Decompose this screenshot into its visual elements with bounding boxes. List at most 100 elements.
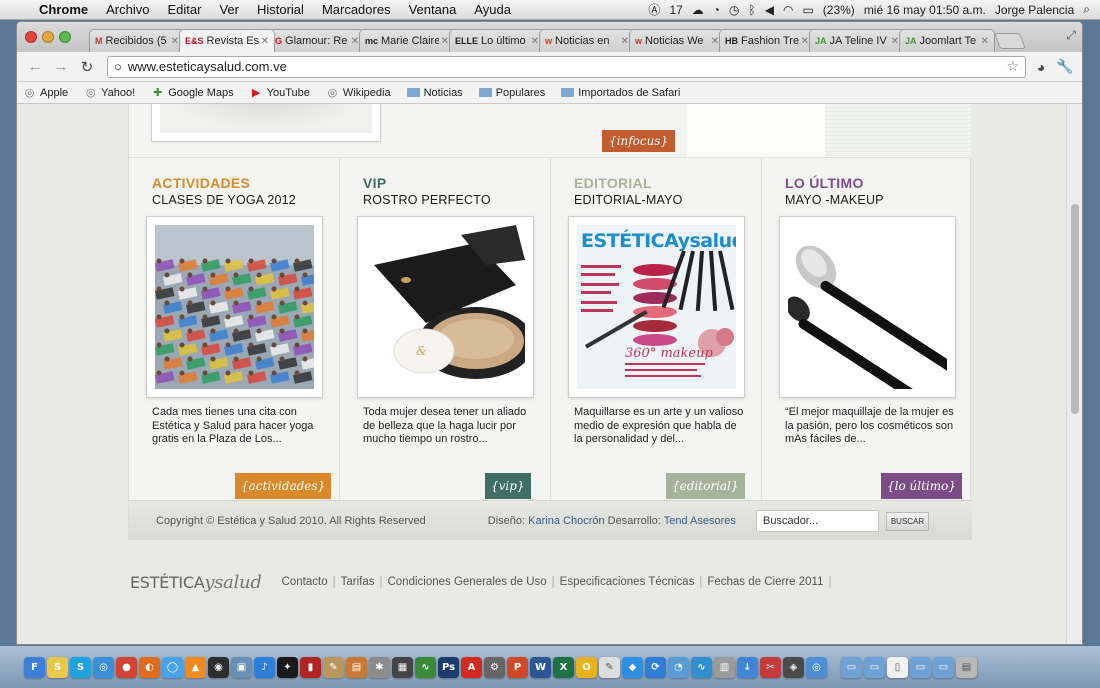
dock-tool3-icon[interactable]: ✂ [760,656,781,678]
menu-item-ver[interactable]: Ver [210,2,248,17]
dock-folder1-icon[interactable]: ▭ [841,656,862,678]
yoga-class-photo[interactable] [155,225,314,389]
dock-vlc-icon[interactable]: ▲ [185,656,206,678]
dock-network-icon[interactable]: ◎ [806,656,827,678]
menu-item-historial[interactable]: Historial [248,2,313,17]
dock-powerpoint-icon[interactable]: P [507,656,528,678]
user-name[interactable]: Jorge Palencia [995,3,1074,17]
browser-tab[interactable]: M Recibidos (5 ✕ [89,29,185,52]
dock-word-icon[interactable]: W [530,656,551,678]
tab-close-icon[interactable]: ✕ [981,36,989,47]
dock-dashboard-icon[interactable]: ◉ [208,656,229,678]
infocus-tag[interactable]: {infocus} [602,130,676,152]
dock-document-icon[interactable]: ▯ [887,656,908,678]
forward-button[interactable]: → [51,58,71,75]
wrench-menu-icon[interactable]: 🔧 [1056,58,1074,75]
reload-button[interactable]: ↻ [77,58,97,76]
close-window-button[interactable] [25,31,37,43]
menu-app-name[interactable]: Chrome [30,2,97,17]
article-title[interactable]: EDITORIAL-MAYO [574,193,683,207]
article-image-frame[interactable]: & [357,216,534,398]
time-machine-icon[interactable]: ◷ [729,3,739,17]
infocus-image[interactable] [687,104,971,157]
dock-preview-icon[interactable]: ▤ [346,656,367,678]
article-title[interactable]: CLASES DE YOGA 2012 [152,193,296,207]
bookmark-item[interactable]: Importados de Safari [561,87,680,99]
menu-item-ventana[interactable]: Ventana [400,2,466,17]
tab-close-icon[interactable]: ✕ [261,36,269,47]
dock-trash-like-icon[interactable]: ▥ [714,656,735,678]
article-image-frame[interactable] [146,216,323,398]
dock-folder2-icon[interactable]: ▭ [864,656,885,678]
dock-skype-icon[interactable]: S [70,656,91,678]
menu-item-marcadores[interactable]: Marcadores [313,2,400,17]
article-title[interactable]: MAYO -MAKEUP [785,193,884,207]
section-category[interactable]: EDITORIAL [574,175,652,191]
bookmark-item[interactable]: ▶ YouTube [250,86,310,100]
dock-outlook-icon[interactable]: O [576,656,597,678]
bluetooth-icon[interactable]: ᛒ [749,3,756,17]
wifi-icon[interactable]: ◠ [783,3,793,17]
bookmark-item[interactable]: ◎ Yahoo! [84,86,135,100]
dock-textedit-icon[interactable]: ✎ [599,656,620,678]
dock-safari-icon[interactable]: ◎ [93,656,114,678]
footer-logo[interactable]: ESTÉTICAysalud [130,572,262,593]
dock-dropbox-icon[interactable]: ◆ [622,656,643,678]
footer-link[interactable]: Condiciones Generales de Uso [387,576,546,588]
browser-tab[interactable]: w Noticias en ✕ [539,29,635,52]
tab-close-icon[interactable]: ✕ [621,36,629,47]
page-info-icon[interactable]: ○ [114,59,122,74]
browser-tab[interactable]: JA Joomlart Te ✕ [899,29,995,52]
browser-tab[interactable]: E&SRevista Esté✕ [179,29,275,52]
clock[interactable]: mié 16 may 01:50 a.m. [864,3,986,17]
dock-itunes-icon[interactable]: ♪ [254,656,275,678]
browser-tab[interactable]: G Glamour: Re ✕ [269,29,365,52]
tab-close-icon[interactable]: ✕ [351,36,359,47]
article-image-frame[interactable] [779,216,956,398]
dock-firefox-icon[interactable]: ◐ [139,656,160,678]
menu-item-editar[interactable]: Editar [158,2,210,17]
extension-icon[interactable]: ◕ [1032,59,1050,75]
bookmark-item[interactable]: Noticias [406,87,463,99]
minimize-window-button[interactable] [42,31,54,43]
tab-close-icon[interactable]: ✕ [891,36,899,47]
volume-icon[interactable]: ◀ [765,3,774,17]
battery-icon[interactable]: ▭ [802,3,813,17]
zoom-window-button[interactable] [59,31,71,43]
browser-tab[interactable]: ELLELo último e✕ [449,29,545,52]
tab-close-icon[interactable]: ✕ [171,36,179,47]
browser-tab[interactable]: HB Fashion Tre ✕ [719,29,815,52]
section-category[interactable]: VIP [363,175,386,191]
footer-link[interactable]: Tarifas [341,576,375,588]
designer-link[interactable]: Karina Chocrón [528,515,604,527]
spotlight-search-icon[interactable]: ⌕ [1083,2,1090,17]
dock-activity-icon[interactable]: ∿ [415,656,436,678]
dock-iphoto-icon[interactable]: ▣ [231,656,252,678]
dock-time-icon[interactable]: ◔ [668,656,689,678]
dock-downloads-icon[interactable]: ↓ [737,656,758,678]
dock-sync-icon[interactable]: ⟳ [645,656,666,678]
search-input[interactable]: Buscador... [756,510,879,532]
dock-folder4-icon[interactable]: ▭ [933,656,954,678]
browser-tab[interactable]: w Noticias We ✕ [629,29,725,52]
compact-powder-photo[interactable]: & [366,225,525,389]
dock-monitor-icon[interactable]: ▦ [392,656,413,678]
section-tag-button[interactable]: {vip} [485,473,531,499]
tab-close-icon[interactable]: ✕ [801,36,809,47]
address-bar[interactable]: ○ www.esteticaysalud.com.ve ☆ [107,55,1026,78]
section-tag-button[interactable]: {lo último} [881,473,962,499]
dock-dreamweaver-icon[interactable]: ∿ [691,656,712,678]
browser-tab[interactable]: JA JA Teline IV ✕ [809,29,905,52]
menu-item-ayuda[interactable]: Ayuda [465,2,520,17]
footer-link[interactable]: Contacto [282,576,328,588]
lock-icon[interactable]: ◔ [713,3,720,17]
dock-finder-icon[interactable]: F [24,656,45,678]
tab-close-icon[interactable]: ✕ [531,36,539,47]
dock-folder3-icon[interactable]: ▭ [910,656,931,678]
dock-photobooth-icon[interactable]: ▮ [300,656,321,678]
back-button[interactable]: ← [25,58,45,75]
battery-percent[interactable]: (23%) [823,3,855,17]
search-button[interactable]: BUSCAR [886,512,929,531]
new-tab-button[interactable] [994,33,1026,49]
footer-link[interactable]: Fechas de Cierre 2011 [707,576,823,588]
